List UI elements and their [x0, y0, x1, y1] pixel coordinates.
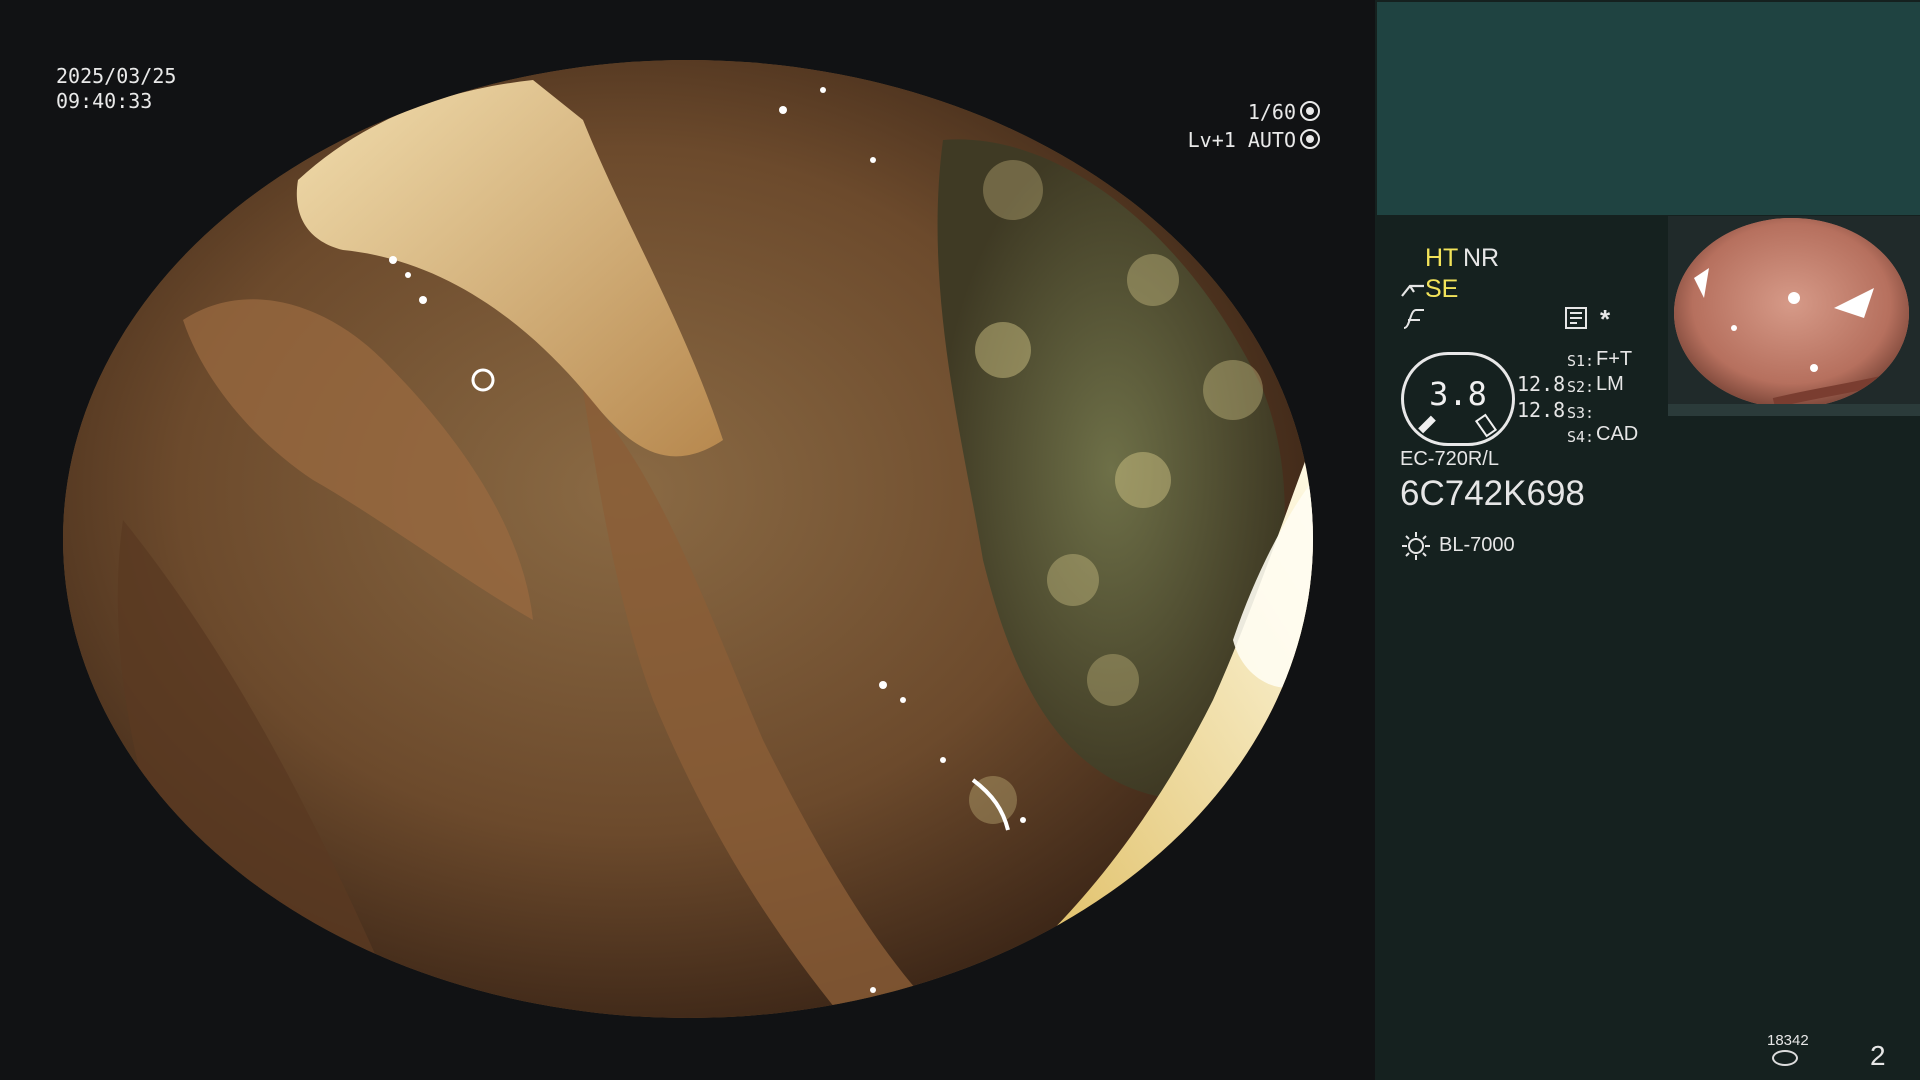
gauge-right-top: 12.8: [1517, 372, 1566, 396]
s1-label: S1:: [1567, 352, 1595, 370]
level-readout: Lv+1 AUTO: [1188, 128, 1320, 152]
page-number: 2: [1870, 1040, 1886, 1071]
shutter-value: 1/60: [1247, 100, 1296, 124]
captured-thumbnail[interactable]: [1668, 216, 1920, 416]
date-readout: 2025/03/25: [56, 64, 177, 88]
light-source-model: BL-7000: [1439, 534, 1515, 556]
thumbnail-status-bar: [1668, 404, 1920, 416]
magnification-gauge: 3.8: [1401, 352, 1515, 446]
asterisk-icon: *: [1600, 304, 1611, 334]
info-panel-header: [1377, 2, 1920, 215]
time-readout: 09:40:33: [56, 89, 153, 113]
gauge-value: 3.8: [1429, 375, 1487, 413]
endoscopic-image: [63, 60, 1313, 1018]
s2-label: S2:: [1567, 378, 1595, 396]
gauge-marker-right: [1474, 413, 1498, 438]
se-indicator: SE: [1425, 275, 1459, 303]
auto-iris-icon: [1300, 129, 1320, 149]
shutter-readout: 1/60: [1248, 100, 1320, 124]
gauge-marker-left: [1418, 415, 1436, 434]
level-value: Lv+1 AUTO: [1187, 128, 1296, 152]
scope-serial: 6C742K698: [1400, 474, 1585, 513]
nr-indicator: NR: [1463, 244, 1500, 272]
scope-model: EC-720R/L: [1400, 448, 1499, 470]
aperture-icon: [1300, 101, 1320, 121]
ht-indicator: HT: [1425, 244, 1459, 272]
light-source-icon: [1402, 532, 1430, 560]
s3-label: S3:: [1567, 404, 1595, 422]
gauge-right-bottom: 12.8: [1517, 398, 1566, 422]
s4-value: CAD: [1596, 423, 1639, 445]
s4-label: S4:: [1567, 428, 1595, 446]
s2-value: LM: [1596, 373, 1624, 395]
s1-value: F+T: [1596, 348, 1633, 370]
frame-counter: 18342: [1767, 1032, 1809, 1049]
thumbnail-image: [1674, 218, 1909, 408]
curve-icon: [1403, 309, 1424, 329]
counter-icon: [1772, 1050, 1798, 1066]
scope-icon: [1401, 284, 1424, 297]
memory-card-icon: [1565, 307, 1587, 329]
